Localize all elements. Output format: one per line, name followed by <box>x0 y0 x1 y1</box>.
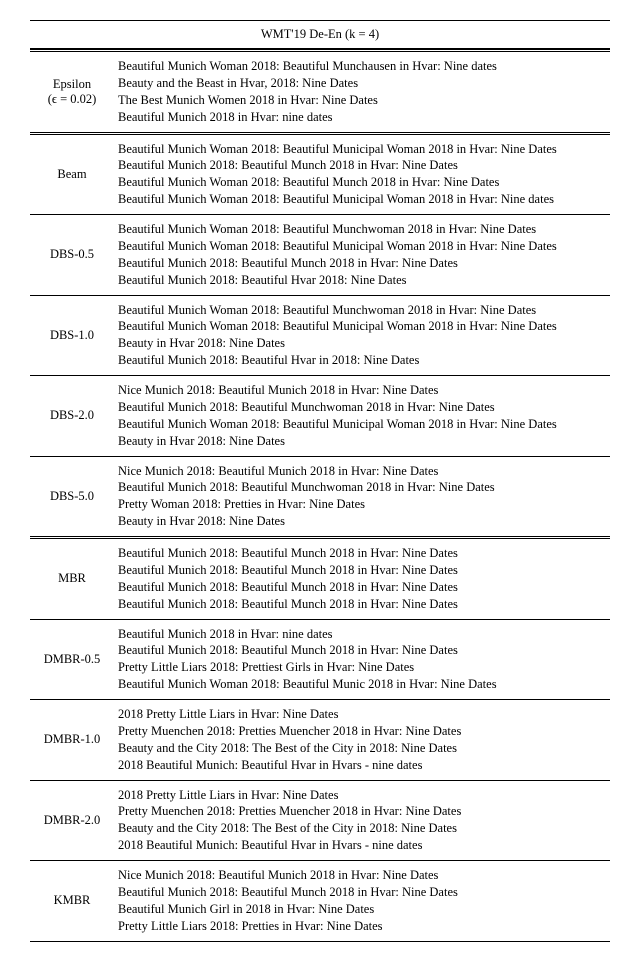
output-line: Beautiful Munich Woman 2018: Beautiful M… <box>118 141 606 158</box>
output-line: Pretty Little Liars 2018: Prettiest Girl… <box>118 659 606 676</box>
method-label-main: DMBR-0.5 <box>36 652 108 667</box>
output-cell: Beautiful Munich Woman 2018: Beautiful M… <box>114 215 610 295</box>
output-line: Beautiful Munich 2018: Beautiful Munch 2… <box>118 596 606 613</box>
output-line: Beautiful Munich Girl in 2018 in Hvar: N… <box>118 901 606 918</box>
output-line: Pretty Little Liars 2018: Pretties in Hv… <box>118 918 606 935</box>
table-row: DMBR-1.0 2018 Pretty Little Liars in Hvar… <box>30 700 610 780</box>
output-line: Pretty Muenchen 2018: Pretties Muencher … <box>118 723 606 740</box>
output-line: Beautiful Munich 2018 in Hvar: nine date… <box>118 626 606 643</box>
results-table: WMT'19 De-En (k = 4) Epsilon(ϵ = 0.02)Be… <box>30 20 610 942</box>
output-line: Beauty and the City 2018: The Best of th… <box>118 820 606 837</box>
table-row: DBS-2.0 Nice Munich 2018: Beautiful Munic… <box>30 376 610 456</box>
output-line: Beauty in Hvar 2018: Nine Dates <box>118 433 606 450</box>
method-label-main: DMBR-1.0 <box>36 732 108 747</box>
method-label: KMBR <box>30 861 114 941</box>
method-label-main: Epsilon <box>36 77 108 92</box>
table-row: MBR Beautiful Munich 2018: Beautiful Munc… <box>30 538 610 619</box>
output-cell: Beautiful Munich 2018 in Hvar: nine date… <box>114 619 610 699</box>
method-label-sub: (ϵ = 0.02) <box>36 92 108 107</box>
output-line: Nice Munich 2018: Beautiful Munich 2018 … <box>118 463 606 480</box>
output-line: Nice Munich 2018: Beautiful Munich 2018 … <box>118 382 606 399</box>
output-cell: 2018 Pretty Little Liars in Hvar: Nine D… <box>114 780 610 860</box>
method-label-main: DMBR-2.0 <box>36 813 108 828</box>
table-row: DBS-1.0 Beautiful Munich Woman 2018: Beau… <box>30 295 610 375</box>
method-label-main: KMBR <box>36 893 108 908</box>
output-line: Beautiful Munich 2018: Beautiful Munch 2… <box>118 642 606 659</box>
output-line: Beauty and the Beast in Hvar, 2018: Nine… <box>118 75 606 92</box>
method-label: DMBR-1.0 <box>30 700 114 780</box>
output-line: The Best Munich Women 2018 in Hvar: Nine… <box>118 92 606 109</box>
output-line: Beauty in Hvar 2018: Nine Dates <box>118 513 606 530</box>
output-line: Pretty Woman 2018: Pretties in Hvar: Nin… <box>118 496 606 513</box>
output-cell: Beautiful Munich Woman 2018: Beautiful M… <box>114 133 610 214</box>
method-label-main: DBS-1.0 <box>36 328 108 343</box>
output-line: Beautiful Munich Woman 2018: Beautiful M… <box>118 174 606 191</box>
table-row: DMBR-2.0 2018 Pretty Little Liars in Hvar… <box>30 780 610 860</box>
output-line: Beautiful Munich Woman 2018: Beautiful M… <box>118 191 606 208</box>
output-line: Beautiful Munich 2018: Beautiful Hvar in… <box>118 352 606 369</box>
output-line: Beautiful Munich 2018: Beautiful Munchwo… <box>118 399 606 416</box>
table-row: DMBR-0.5 Beautiful Munich 2018 in Hvar: n… <box>30 619 610 699</box>
output-line: Beautiful Munich 2018 in Hvar: nine date… <box>118 109 606 126</box>
method-label: MBR <box>30 538 114 619</box>
method-label-main: Beam <box>36 167 108 182</box>
output-cell: Nice Munich 2018: Beautiful Munich 2018 … <box>114 376 610 456</box>
output-line: Beautiful Munich 2018: Beautiful Munch 2… <box>118 545 606 562</box>
output-line: 2018 Pretty Little Liars in Hvar: Nine D… <box>118 787 606 804</box>
method-label: Beam <box>30 133 114 214</box>
method-label: DMBR-0.5 <box>30 619 114 699</box>
output-line: Beauty in Hvar 2018: Nine Dates <box>118 335 606 352</box>
output-line: Beautiful Munich Woman 2018: Beautiful M… <box>118 58 606 75</box>
method-label: DBS-0.5 <box>30 215 114 295</box>
table-header-row: WMT'19 De-En (k = 4) <box>30 21 610 49</box>
output-line: 2018 Pretty Little Liars in Hvar: Nine D… <box>118 706 606 723</box>
output-line: Beautiful Munich Woman 2018: Beautiful M… <box>118 676 606 693</box>
output-cell: Beautiful Munich Woman 2018: Beautiful M… <box>114 295 610 375</box>
output-line: Beautiful Munich 2018: Beautiful Munch 2… <box>118 884 606 901</box>
output-line: Beautiful Munich 2018: Beautiful Munch 2… <box>118 562 606 579</box>
method-label: DBS-1.0 <box>30 295 114 375</box>
table-body: Epsilon(ϵ = 0.02)Beautiful Munich Woman … <box>30 51 610 942</box>
output-line: Nice Munich 2018: Beautiful Munich 2018 … <box>118 867 606 884</box>
output-line: Beautiful Munich 2018: Beautiful Hvar 20… <box>118 272 606 289</box>
method-label: DBS-5.0 <box>30 456 114 536</box>
output-line: Beautiful Munich 2018: Beautiful Munchwo… <box>118 479 606 496</box>
output-line: Beautiful Munich 2018: Beautiful Munch 2… <box>118 157 606 174</box>
method-label: DBS-2.0 <box>30 376 114 456</box>
table-row: Epsilon(ϵ = 0.02)Beautiful Munich Woman … <box>30 51 610 132</box>
method-label-main: DBS-5.0 <box>36 489 108 504</box>
output-line: Beauty and the City 2018: The Best of th… <box>118 740 606 757</box>
method-label: DMBR-2.0 <box>30 780 114 860</box>
table-row: KMBR Nice Munich 2018: Beautiful Munich 2… <box>30 861 610 941</box>
method-label-main: DBS-2.0 <box>36 408 108 423</box>
output-line: Beautiful Munich Woman 2018: Beautiful M… <box>118 302 606 319</box>
output-line: Pretty Muenchen 2018: Pretties Muencher … <box>118 803 606 820</box>
method-label-main: DBS-0.5 <box>36 247 108 262</box>
output-line: Beautiful Munich Woman 2018: Beautiful M… <box>118 318 606 335</box>
table-row: Beam Beautiful Munich Woman 2018: Beautif… <box>30 133 610 214</box>
output-line: 2018 Beautiful Munich: Beautiful Hvar in… <box>118 837 606 854</box>
output-line: Beautiful Munich Woman 2018: Beautiful M… <box>118 238 606 255</box>
table-title: WMT'19 De-En (k = 4) <box>30 21 610 49</box>
output-line: Beautiful Munich 2018: Beautiful Munch 2… <box>118 255 606 272</box>
output-cell: Beautiful Munich 2018: Beautiful Munch 2… <box>114 538 610 619</box>
table-row: DBS-5.0 Nice Munich 2018: Beautiful Munic… <box>30 456 610 536</box>
method-label-main: MBR <box>36 571 108 586</box>
separator-single <box>30 941 610 942</box>
table-row: DBS-0.5 Beautiful Munich Woman 2018: Beau… <box>30 215 610 295</box>
output-cell: Nice Munich 2018: Beautiful Munich 2018 … <box>114 456 610 536</box>
output-cell: Beautiful Munich Woman 2018: Beautiful M… <box>114 51 610 132</box>
output-cell: Nice Munich 2018: Beautiful Munich 2018 … <box>114 861 610 941</box>
output-line: Beautiful Munich Woman 2018: Beautiful M… <box>118 416 606 433</box>
method-label: Epsilon(ϵ = 0.02) <box>30 51 114 132</box>
output-line: 2018 Beautiful Munich: Beautiful Hvar in… <box>118 757 606 774</box>
output-line: Beautiful Munich Woman 2018: Beautiful M… <box>118 221 606 238</box>
output-line: Beautiful Munich 2018: Beautiful Munch 2… <box>118 579 606 596</box>
output-cell: 2018 Pretty Little Liars in Hvar: Nine D… <box>114 700 610 780</box>
